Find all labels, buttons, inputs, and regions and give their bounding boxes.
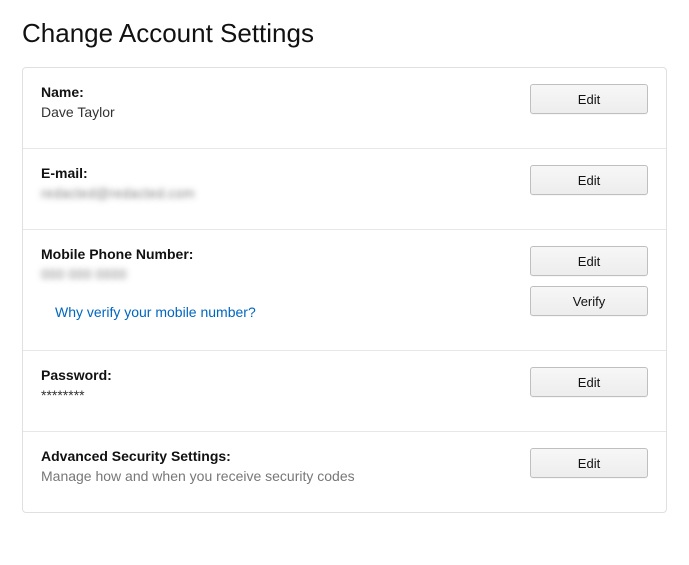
name-label: Name: bbox=[41, 84, 510, 100]
advanced-security-row: Advanced Security Settings: Manage how a… bbox=[23, 432, 666, 512]
mobile-edit-button[interactable]: Edit bbox=[530, 246, 648, 276]
password-info: Password: ******** bbox=[41, 367, 530, 403]
password-label: Password: bbox=[41, 367, 510, 383]
page-title: Change Account Settings bbox=[22, 18, 667, 49]
name-edit-button[interactable]: Edit bbox=[530, 84, 648, 114]
name-row: Name: Dave Taylor Edit bbox=[23, 68, 666, 149]
password-row: Password: ******** Edit bbox=[23, 351, 666, 432]
settings-panel: Name: Dave Taylor Edit E-mail: redacted@… bbox=[22, 67, 667, 513]
name-info: Name: Dave Taylor bbox=[41, 84, 530, 120]
mobile-label: Mobile Phone Number: bbox=[41, 246, 510, 262]
advanced-security-label: Advanced Security Settings: bbox=[41, 448, 510, 464]
password-value: ******** bbox=[41, 387, 510, 403]
email-edit-button[interactable]: Edit bbox=[530, 165, 648, 195]
verify-mobile-link[interactable]: Why verify your mobile number? bbox=[55, 304, 256, 320]
advanced-security-edit-button[interactable]: Edit bbox=[530, 448, 648, 478]
mobile-info: Mobile Phone Number: 000 000 0000 Why ve… bbox=[41, 246, 530, 322]
mobile-row: Mobile Phone Number: 000 000 0000 Why ve… bbox=[23, 230, 666, 351]
email-value: redacted@redacted.com bbox=[41, 185, 510, 201]
email-label: E-mail: bbox=[41, 165, 510, 181]
advanced-security-info: Advanced Security Settings: Manage how a… bbox=[41, 448, 530, 484]
mobile-value: 000 000 0000 bbox=[41, 266, 510, 282]
password-edit-button[interactable]: Edit bbox=[530, 367, 648, 397]
advanced-security-subtext: Manage how and when you receive security… bbox=[41, 468, 510, 484]
mobile-verify-button[interactable]: Verify bbox=[530, 286, 648, 316]
name-value: Dave Taylor bbox=[41, 104, 510, 120]
email-row: E-mail: redacted@redacted.com Edit bbox=[23, 149, 666, 230]
email-info: E-mail: redacted@redacted.com bbox=[41, 165, 530, 201]
